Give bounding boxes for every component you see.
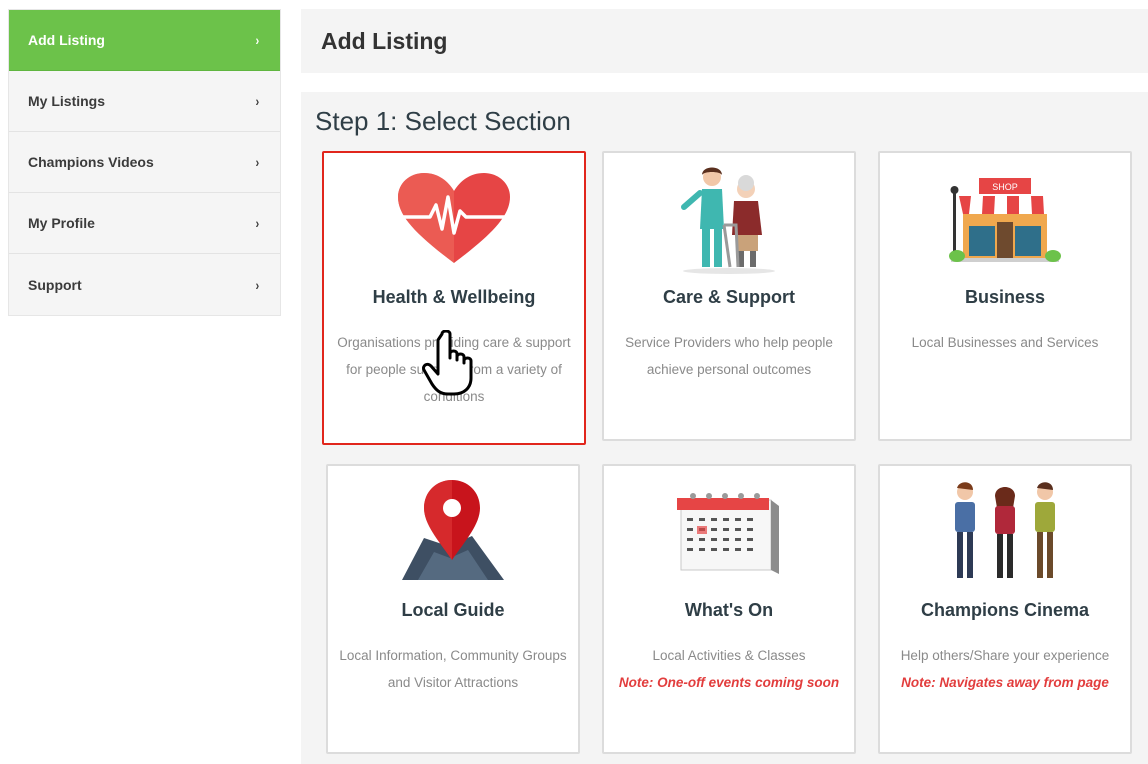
card-description: Service Providers who help people achiev…	[625, 335, 833, 377]
card-description: Local Activities & Classes Note: One-off…	[610, 642, 848, 696]
sidebar-item-add-listing[interactable]: Add Listing ›	[9, 10, 280, 71]
card-note: Note: One-off events coming soon	[618, 675, 840, 690]
chevron-right-icon: ›	[255, 276, 260, 293]
sidebar: Add Listing › My Listings › Champions Vi…	[8, 9, 281, 316]
step-title: Step 1: Select Section	[315, 106, 571, 136]
shop-icon: SHOP	[880, 163, 1130, 275]
chevron-right-icon: ›	[255, 93, 260, 109]
sidebar-item-label: Support	[28, 276, 82, 293]
heart-pulse-icon	[324, 163, 584, 275]
chevron-right-icon: ›	[255, 154, 260, 170]
sidebar-item-label: My Listings	[28, 93, 106, 109]
section-card-care-support[interactable]: Care & Support Service Providers who hel…	[602, 151, 856, 441]
card-title: Care & Support	[662, 287, 795, 307]
section-card-local-guide[interactable]: Local Guide Local Information, Community…	[326, 464, 580, 754]
card-title: Champions Cinema	[920, 600, 1090, 620]
card-title: What's On	[684, 600, 774, 620]
sidebar-item-my-profile[interactable]: My Profile ›	[9, 193, 280, 254]
sidebar-item-my-listings[interactable]: My Listings ›	[9, 71, 280, 132]
sidebar-item-support[interactable]: Support ›	[9, 254, 280, 315]
hand-pointer-cursor-icon	[420, 329, 480, 401]
card-description-text: Help others/Share your experience	[900, 648, 1110, 663]
card-description: Help others/Share your experience Note: …	[886, 642, 1124, 696]
section-select-panel: Step 1: Select Section Health & Wellbein…	[301, 92, 1148, 764]
card-title: Health & Wellbeing	[372, 287, 536, 307]
card-description: Local Information, Community Groups and …	[339, 648, 567, 690]
shop-sign-text: SHOP	[992, 182, 1018, 192]
calendar-icon	[604, 476, 854, 588]
card-title: Business	[964, 287, 1046, 307]
sidebar-item-label: Add Listing	[28, 32, 105, 48]
card-note: Note: Navigates away from page	[901, 675, 1109, 690]
sidebar-item-label: My Profile	[28, 215, 95, 231]
card-title: Local Guide	[401, 600, 505, 620]
sidebar-item-label: Champions Videos	[28, 154, 154, 170]
section-card-champions-cinema[interactable]: Champions Cinema Help others/Share your …	[878, 464, 1132, 754]
card-description: Local Businesses and Services	[911, 335, 1099, 350]
chevron-right-icon: ›	[255, 32, 260, 48]
card-description-text: Local Activities & Classes	[652, 648, 806, 663]
section-card-whats-on[interactable]: What's On Local Activities & Classes Not…	[602, 464, 856, 754]
chevron-right-icon: ›	[255, 215, 260, 231]
page-title: Add Listing	[321, 27, 448, 54]
map-pin-icon	[328, 476, 578, 588]
page-header: Add Listing	[301, 9, 1148, 73]
caregiver-icon	[604, 163, 854, 275]
section-card-business[interactable]: SHOP Business Local Businesses and Servi…	[878, 151, 1132, 441]
people-icon	[880, 476, 1130, 588]
sidebar-item-champions-videos[interactable]: Champions Videos ›	[9, 132, 280, 193]
